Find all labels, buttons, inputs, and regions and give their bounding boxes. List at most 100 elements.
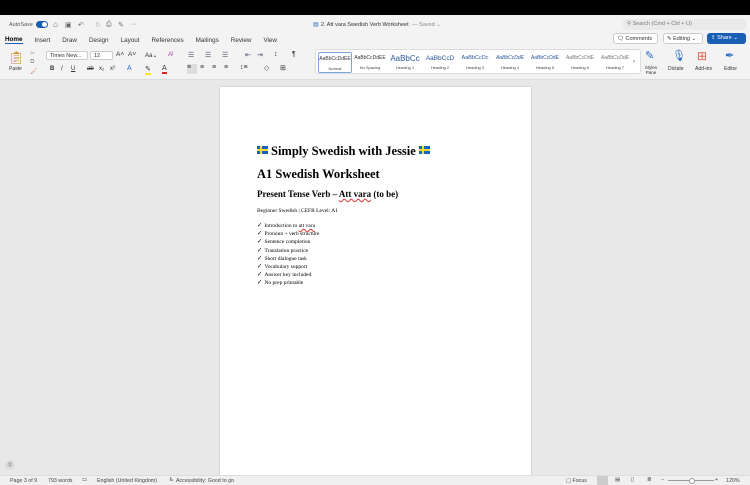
highlight-icon[interactable]: ✎ bbox=[145, 65, 151, 75]
zoom-slider[interactable] bbox=[668, 477, 714, 484]
underline-icon[interactable]: U bbox=[71, 66, 75, 72]
zoom-out-icon[interactable]: − bbox=[661, 477, 664, 483]
style-no-spacing[interactable]: AaBbCcDdEE No Spacing bbox=[353, 52, 387, 73]
undo-icon[interactable]: ↶ bbox=[78, 21, 84, 29]
print-layout-icon[interactable] bbox=[597, 476, 608, 485]
tab-references[interactable]: References bbox=[151, 37, 183, 44]
saved-status[interactable]: — Saved ⌄ bbox=[412, 22, 441, 28]
subscript-icon[interactable]: x₂ bbox=[99, 66, 104, 72]
list-item-text: Translation practice bbox=[264, 247, 309, 254]
microphone-icon[interactable]: 🎙︎ bbox=[672, 49, 686, 62]
style-heading-3[interactable]: AaBbCcDc Heading 3 bbox=[458, 52, 492, 73]
focus-button[interactable]: ▢ Focus bbox=[566, 478, 587, 484]
share-button[interactable]: ⇪ Share ⌄ bbox=[707, 33, 746, 44]
save-icon[interactable]: ▣ bbox=[65, 21, 72, 29]
numbering-icon[interactable]: ☰ bbox=[205, 51, 211, 59]
font-color-icon[interactable]: A bbox=[162, 65, 167, 74]
tab-mailings[interactable]: Mailings bbox=[196, 37, 219, 44]
tab-draw[interactable]: Draw bbox=[62, 37, 77, 44]
autosave-label: AutoSave bbox=[9, 21, 33, 28]
line-spacing-icon[interactable]: ↕≡ bbox=[240, 64, 248, 71]
italic-icon[interactable]: I bbox=[61, 66, 63, 72]
list-item-em: att vara bbox=[298, 223, 316, 229]
tab-design[interactable]: Design bbox=[89, 37, 109, 44]
edit-icon[interactable]: ✎ bbox=[118, 21, 124, 29]
show-formatting-icon[interactable]: ¶ bbox=[292, 51, 296, 58]
decrease-indent-icon[interactable]: ⇤ bbox=[245, 51, 251, 59]
more-icon[interactable]: ··· bbox=[130, 21, 137, 28]
styles-pane-icon[interactable]: ✎ bbox=[645, 49, 654, 62]
strikethrough-icon[interactable]: ab bbox=[87, 66, 94, 72]
bullets-icon[interactable]: ☰ bbox=[188, 51, 194, 59]
paste-label: Paste bbox=[9, 66, 22, 72]
shading-icon[interactable]: ◇ bbox=[264, 64, 269, 72]
style-heading-1[interactable]: AaBbCc Heading 1 bbox=[388, 52, 422, 73]
cut-icon[interactable]: ✂ bbox=[30, 50, 35, 57]
justify-icon[interactable]: ≡ bbox=[224, 64, 228, 71]
page-count[interactable]: Page 3 of 9 bbox=[10, 478, 37, 484]
styles-more-icon[interactable]: › bbox=[633, 59, 635, 71]
check-icon: ✓ bbox=[257, 238, 263, 246]
heading-2-em: Att vara bbox=[338, 189, 372, 199]
redo-icon[interactable]: ↻ bbox=[95, 21, 101, 29]
tab-layout[interactable]: Layout bbox=[121, 37, 140, 44]
proofing-icon[interactable]: ▭ bbox=[82, 477, 87, 483]
document-page[interactable]: Simply Swedish with Jessie A1 Swedish Wo… bbox=[220, 87, 531, 477]
style-heading-6[interactable]: AaBbCcDdE Heading 6 bbox=[563, 52, 597, 73]
autosave-toggle[interactable] bbox=[36, 21, 48, 28]
editing-mode-button[interactable]: ✎ Editing ⌄ bbox=[663, 33, 703, 44]
copy-icon[interactable]: ⧉ bbox=[30, 59, 34, 66]
style-heading-5[interactable]: AaBbCcDdE Heading 5 bbox=[528, 52, 562, 73]
add-ins-icon[interactable]: ⊞ bbox=[697, 49, 707, 63]
shrink-font-icon[interactable]: A˅ bbox=[128, 51, 136, 58]
web-layout-icon[interactable]: ▤ bbox=[615, 477, 620, 483]
bold-icon[interactable]: B bbox=[50, 66, 54, 72]
accessibility-status[interactable]: Accessibility: Good to go bbox=[176, 478, 234, 484]
tab-home[interactable]: Home bbox=[5, 36, 23, 44]
language[interactable]: English (United Kingdom) bbox=[97, 478, 157, 484]
style-normal[interactable]: AaBbCcDdEE Normal bbox=[318, 52, 352, 73]
home-icon[interactable]: ⌂ bbox=[53, 20, 58, 29]
borders-icon[interactable]: ⊞ bbox=[280, 64, 286, 72]
style-sample: AaBbCcDc bbox=[461, 55, 489, 61]
style-heading-4[interactable]: AaBbCcDdE Heading 4 bbox=[493, 52, 527, 73]
superscript-icon[interactable]: x² bbox=[110, 66, 115, 72]
editor-icon[interactable]: ✒ bbox=[725, 49, 734, 62]
tab-insert[interactable]: Insert bbox=[35, 37, 51, 44]
increase-indent-icon[interactable]: ⇥ bbox=[257, 51, 263, 59]
sort-icon[interactable]: ↕ bbox=[274, 51, 278, 58]
list-item: ✓ Translation practice bbox=[257, 247, 319, 255]
tab-review[interactable]: Review bbox=[231, 37, 252, 44]
change-case-icon[interactable]: Aa⌄ bbox=[145, 52, 157, 59]
outline-icon[interactable]: ≣ bbox=[647, 477, 651, 483]
format-painter-icon[interactable]: 🖌︎ bbox=[30, 68, 38, 75]
grow-font-icon[interactable]: A˄ bbox=[116, 51, 124, 58]
print-icon[interactable]: ⎙ bbox=[106, 21, 112, 29]
align-left-icon[interactable]: ≡ bbox=[187, 64, 197, 74]
multilevel-list-icon[interactable]: ☰ bbox=[222, 51, 228, 59]
paste-icon[interactable]: 📋︎ bbox=[8, 50, 25, 66]
zoom-slider-handle[interactable] bbox=[689, 477, 696, 484]
align-center-icon[interactable]: ≡ bbox=[200, 64, 204, 71]
tab-view[interactable]: View bbox=[263, 37, 277, 44]
read-mode-icon[interactable]: ▯ bbox=[631, 477, 634, 483]
style-heading-2[interactable]: AaBbCcD Heading 2 bbox=[423, 52, 457, 73]
font-name-select[interactable]: Times New... bbox=[46, 51, 88, 60]
search-input[interactable]: ⚲ Search (Cmd + Ctrl + U) bbox=[623, 19, 746, 30]
word-count[interactable]: 793 words bbox=[48, 478, 72, 484]
assistant-icon[interactable]: ◎ bbox=[5, 460, 15, 470]
editing-label: Editing bbox=[673, 36, 690, 42]
zoom-in-icon[interactable]: + bbox=[715, 477, 718, 483]
text-effects-icon[interactable]: A bbox=[127, 65, 132, 72]
list-item-text: Answer key included bbox=[264, 272, 312, 279]
comments-button[interactable]: 🗨︎ Comments bbox=[613, 33, 658, 44]
align-right-icon[interactable]: ≡ bbox=[212, 64, 216, 71]
clear-formatting-icon[interactable]: A̸ bbox=[168, 51, 172, 58]
heading-2: Present Tense Verb – Att vara (to be) bbox=[257, 189, 398, 199]
status-bar: Page 3 of 9 793 words ▭ English (United … bbox=[0, 475, 750, 485]
list-item: ✓ Introduction to att vara bbox=[257, 222, 319, 230]
font-size-select[interactable]: 12 bbox=[90, 51, 113, 60]
style-heading-7[interactable]: AaBbCcDdE Heading 7 bbox=[598, 52, 632, 73]
list-item: ✓ Sentence completion bbox=[257, 238, 319, 246]
zoom-level[interactable]: 120% bbox=[726, 478, 740, 484]
